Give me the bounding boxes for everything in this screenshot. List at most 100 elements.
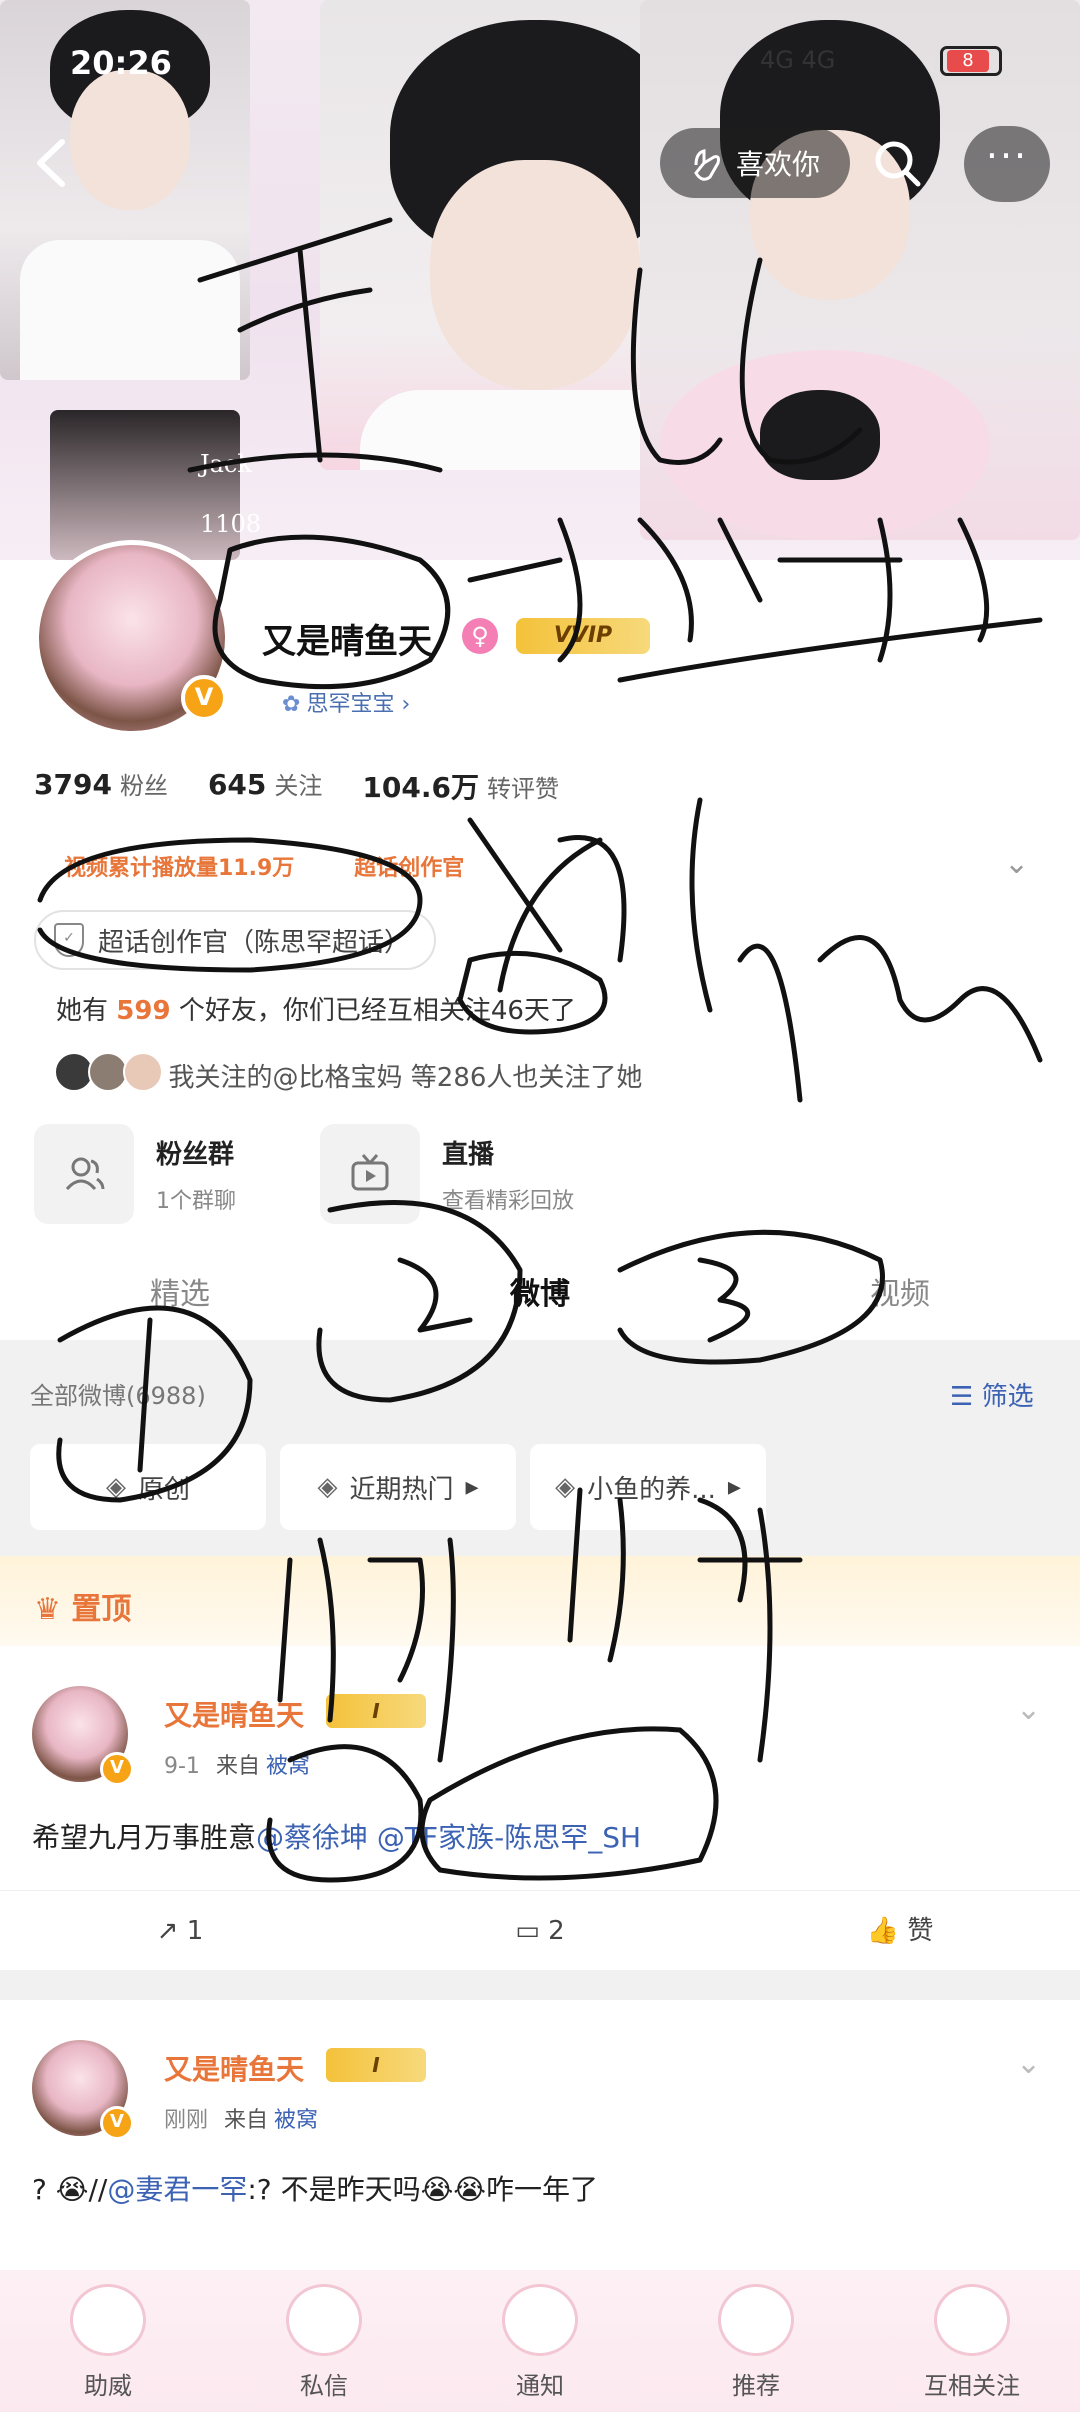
chevron-right-icon: › bbox=[394, 692, 411, 717]
post-actions: ↗ 1 ▭ 2 👍 赞 bbox=[0, 1890, 1080, 1970]
mini-avatar bbox=[122, 1052, 163, 1092]
friends-prefix: 她有 bbox=[56, 996, 109, 1026]
verified-badge-icon: V bbox=[100, 2106, 134, 2140]
post-author[interactable]: 又是晴鱼天 bbox=[164, 2048, 304, 2088]
layers-icon: ◈ bbox=[317, 1472, 338, 1502]
post-text: ? 😭// bbox=[32, 2173, 108, 2206]
like-button[interactable]: 👍 赞 bbox=[720, 1891, 1080, 1970]
profile-tabs: 精选 微博 视频 bbox=[0, 1250, 1080, 1340]
mutual-follow-info[interactable]: 我关注的@比格宝妈 等286人也关注了她 bbox=[54, 1052, 642, 1099]
mutual-follow-label: 我关注的@比格宝妈 等286人也关注了她 bbox=[168, 1063, 643, 1093]
nav-label: 通知 bbox=[516, 2372, 564, 2400]
nav-label: 推荐 bbox=[732, 2372, 780, 2400]
play-icon: ▸ bbox=[727, 1472, 741, 1502]
layers-icon: ◈ bbox=[555, 1472, 576, 1502]
nav-label: 互相关注 bbox=[924, 2372, 1020, 2400]
nav-mutual-follow[interactable]: 互相关注 bbox=[864, 2270, 1080, 2412]
post-time: 刚刚 bbox=[164, 2108, 209, 2133]
verified-badge-icon: V bbox=[181, 675, 227, 721]
friends-info: 她有 599 个好友，你们已经互相关注46天了 bbox=[56, 990, 576, 1027]
post-card[interactable]: V 又是晴鱼天 I ⌄ 刚刚 来自 被窝 ? 😭//@妻君一罕:? 不是昨天吗😭😭咋… bbox=[0, 2000, 1080, 2270]
fan-tag-label: 思罕宝宝 bbox=[306, 692, 395, 717]
profile-stats: 3794 粉丝 645 关注 104.6万 转评赞 bbox=[34, 766, 559, 806]
chip-original[interactable]: ◈ 原创 bbox=[30, 1444, 266, 1530]
post-time: 9-1 bbox=[164, 1754, 200, 1779]
thumb-label: Jack bbox=[200, 450, 252, 478]
achievement-tags: 视频累计播放量11.9万 超话创作官 bbox=[64, 850, 464, 882]
tab-video[interactable]: 视频 bbox=[720, 1250, 1080, 1340]
post-avatar[interactable]: V bbox=[32, 1686, 134, 1786]
like-label: 赞 bbox=[907, 1916, 934, 1946]
fan-group-entry[interactable]: 粉丝群 1个群聊 bbox=[34, 1124, 236, 1224]
chevron-down-icon[interactable]: ⌄ bbox=[1016, 1692, 1041, 1727]
search-button[interactable] bbox=[860, 126, 936, 202]
post-device: 被窝 bbox=[265, 1754, 310, 1779]
pinned-text: 置顶 bbox=[71, 1592, 132, 1627]
stat-label: 关注 bbox=[274, 772, 323, 800]
filter-icon: ☰ bbox=[950, 1382, 982, 1412]
post-avatar[interactable]: V bbox=[32, 2040, 134, 2140]
mutual-avatars bbox=[54, 1052, 163, 1099]
nav-recommend[interactable]: 推荐 bbox=[648, 2270, 864, 2412]
tab-weibo[interactable]: 微博 bbox=[360, 1250, 720, 1340]
pinned-header bbox=[0, 1556, 1080, 1646]
entry-subtitle: 1个群聊 bbox=[156, 1188, 236, 1214]
profile-avatar[interactable]: V bbox=[34, 540, 230, 736]
tv-icon bbox=[320, 1124, 420, 1224]
message-icon bbox=[286, 2284, 362, 2356]
stat-followers[interactable]: 3794 粉丝 bbox=[34, 766, 168, 806]
chip-recent-hot[interactable]: ◈ 近期热门 ▸ bbox=[280, 1444, 516, 1530]
nav-notifications[interactable]: 通知 bbox=[432, 2270, 648, 2412]
live-entry[interactable]: 直播 查看精彩回放 bbox=[320, 1124, 574, 1224]
repost-button[interactable]: ↗ 1 bbox=[0, 1891, 360, 1970]
friends-count: 599 bbox=[116, 996, 171, 1026]
member-badge: I bbox=[326, 2048, 426, 2082]
back-button[interactable] bbox=[30, 138, 74, 188]
post-card[interactable]: V 又是晴鱼天 I ⌄ 9-1 来自 被窝 希望九月万事胜意@蔡徐坤 @TF家族-陈… bbox=[0, 1646, 1080, 1970]
nav-messages[interactable]: 私信 bbox=[216, 2270, 432, 2412]
ink-stroke bbox=[689, 797, 1043, 1103]
chevron-down-icon[interactable]: ⌄ bbox=[1016, 2046, 1041, 2081]
post-text: 希望九月万事胜意 bbox=[32, 1821, 257, 1854]
bottom-nav: 助威 私信 通知 推荐 互相关注 bbox=[0, 2270, 1080, 2412]
nav-cheer[interactable]: 助威 bbox=[0, 2270, 216, 2412]
share-icon: ↗ bbox=[156, 1916, 187, 1946]
more-button[interactable]: ··· bbox=[964, 126, 1050, 202]
crown-icon: ♛ bbox=[34, 1592, 72, 1627]
tag-video-plays[interactable]: 视频累计播放量11.9万 bbox=[64, 850, 294, 882]
stat-interactions[interactable]: 104.6万 转评赞 bbox=[362, 766, 559, 806]
filter-button[interactable]: ☰ 筛选 bbox=[950, 1376, 1034, 1413]
like-you-label: 喜欢你 bbox=[735, 148, 820, 181]
chevron-down-icon[interactable]: ⌄ bbox=[1004, 846, 1029, 881]
filter-label: 筛选 bbox=[981, 1382, 1034, 1412]
member-badge: I bbox=[326, 1694, 426, 1728]
tab-featured[interactable]: 精选 bbox=[0, 1250, 360, 1340]
ink-stroke bbox=[617, 617, 1043, 683]
comment-button[interactable]: ▭ 2 bbox=[360, 1891, 720, 1970]
post-mentions[interactable]: @蔡徐坤 @TF家族-陈思罕_SH bbox=[256, 1821, 641, 1854]
super-topic-chip[interactable]: ✓ 超话创作官（陈思罕超话） bbox=[34, 910, 437, 970]
thumb-label: 1108 bbox=[200, 510, 262, 538]
stat-following[interactable]: 645 关注 bbox=[208, 766, 322, 806]
banner-thumbnail: Jack 1108 bbox=[50, 410, 261, 560]
clock: 20:26 bbox=[70, 44, 172, 82]
mutual-icon bbox=[934, 2284, 1010, 2356]
comment-icon: ▭ bbox=[515, 1916, 549, 1946]
post-device: 被窝 bbox=[274, 2108, 319, 2133]
play-icon: ▸ bbox=[465, 1472, 479, 1502]
chevron-left-icon bbox=[37, 139, 65, 187]
stat-value: 104.6万 bbox=[362, 771, 479, 804]
post-mention[interactable]: @妻君一罕 bbox=[107, 2173, 247, 2206]
chip-label: 原创 bbox=[137, 1474, 190, 1505]
chip-collection[interactable]: ◈ 小鱼的养... ▸ bbox=[530, 1444, 766, 1530]
entry-title: 粉丝群 bbox=[156, 1139, 235, 1170]
entry-title: 直播 bbox=[442, 1139, 495, 1170]
tag-topic-creator[interactable]: 超话创作官 bbox=[354, 850, 464, 882]
post-source-prefix: 来自 bbox=[224, 2108, 269, 2133]
like-you-button[interactable]: 喜欢你 bbox=[660, 128, 850, 198]
vip-badge[interactable]: VVIP bbox=[516, 618, 650, 654]
entry-subtitle: 查看精彩回放 bbox=[442, 1188, 575, 1214]
post-author[interactable]: 又是晴鱼天 bbox=[164, 1694, 304, 1734]
female-icon: ♀ bbox=[462, 618, 498, 654]
fan-tag[interactable]: ✿ 思罕宝宝 › bbox=[282, 686, 410, 718]
